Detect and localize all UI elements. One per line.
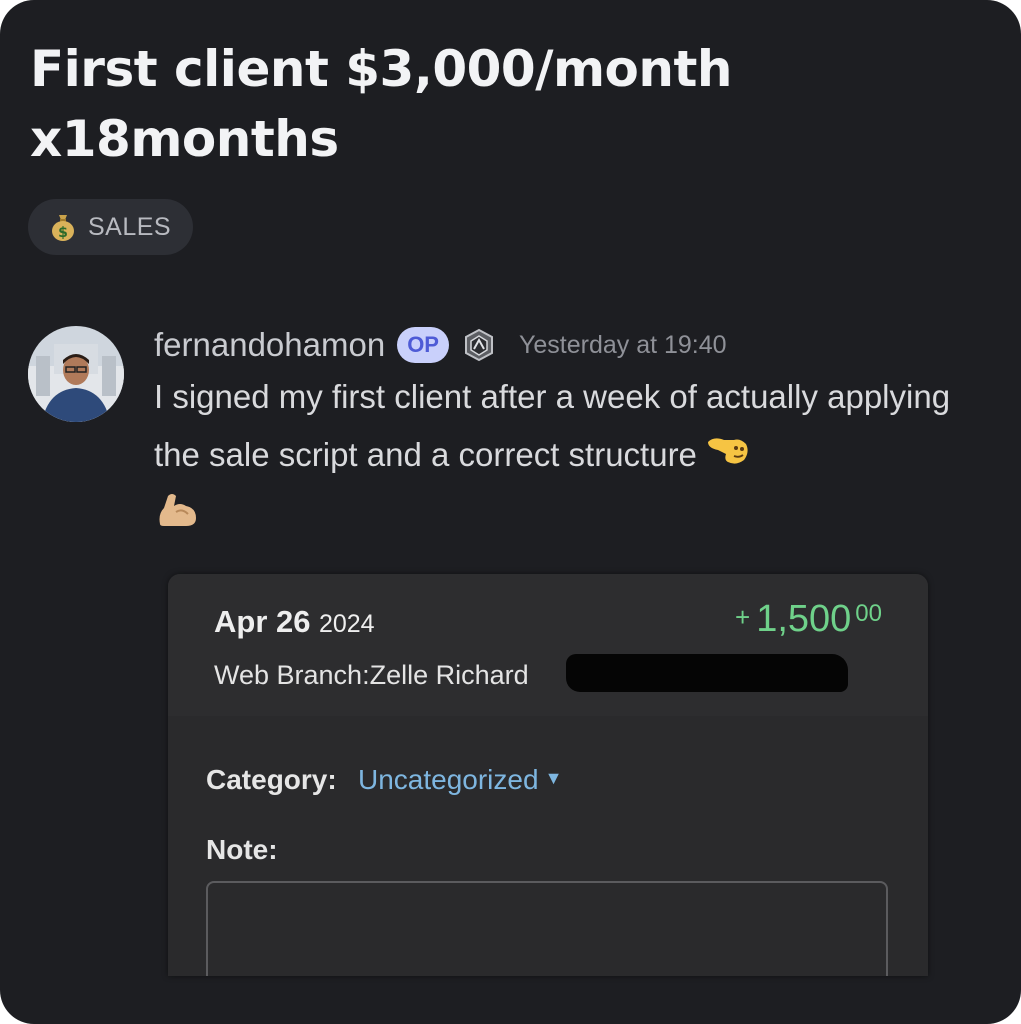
redaction-mark — [566, 654, 848, 692]
avatar[interactable] — [28, 326, 124, 422]
amount-cents: 00 — [855, 600, 882, 627]
transaction-date-year: 2024 — [318, 610, 375, 638]
amount-main: 1,500 — [756, 598, 852, 640]
transaction-branch: Web Branch:Zelle Richard — [214, 660, 529, 690]
transaction-amount: +1,500 00 — [735, 598, 882, 641]
message-content: I signed my first client after a week of… — [154, 368, 984, 548]
transaction-date-day: Apr 26 — [214, 604, 311, 639]
category-value: Uncategorized — [358, 764, 539, 795]
transaction-date: Apr 26 2024 — [214, 604, 375, 640]
shield-badge-icon[interactable] — [461, 327, 497, 363]
caret-down-icon: ▼ — [544, 768, 563, 789]
image-attachment[interactable]: Apr 26 2024 +1,500 00 Web Branch:Zelle Ri… — [168, 574, 928, 976]
category-label: Category: — [206, 764, 337, 795]
username[interactable]: fernandohamon — [154, 326, 385, 364]
pointing-hand-icon — [706, 428, 750, 486]
transaction-details: Category: Uncategorized ▼ Note: — [168, 716, 928, 976]
amount-sign: + — [735, 602, 751, 632]
note-label: Note: — [206, 834, 278, 865]
post-view: First client $3,000/month x18months $ SA… — [0, 0, 1021, 1024]
sales-tag[interactable]: $ SALES — [28, 199, 193, 255]
category-dropdown[interactable]: Uncategorized ▼ — [358, 764, 562, 796]
op-badge: OP — [397, 327, 449, 363]
svg-text:$: $ — [58, 225, 68, 241]
money-bag-icon: $ — [50, 212, 76, 242]
flexed-biceps-icon — [154, 490, 200, 548]
message-header: fernandohamon OP Yesterday at 19:40 — [154, 320, 727, 370]
transaction-header: Apr 26 2024 +1,500 00 Web Branch:Zelle Ri… — [168, 574, 928, 716]
note-field[interactable] — [206, 881, 888, 976]
message-text: I signed my first client after a week of… — [154, 378, 951, 473]
message-timestamp: Yesterday at 19:40 — [518, 330, 727, 359]
post-title: First client $3,000/month x18months — [30, 40, 733, 168]
tag-label: SALES — [88, 212, 172, 241]
